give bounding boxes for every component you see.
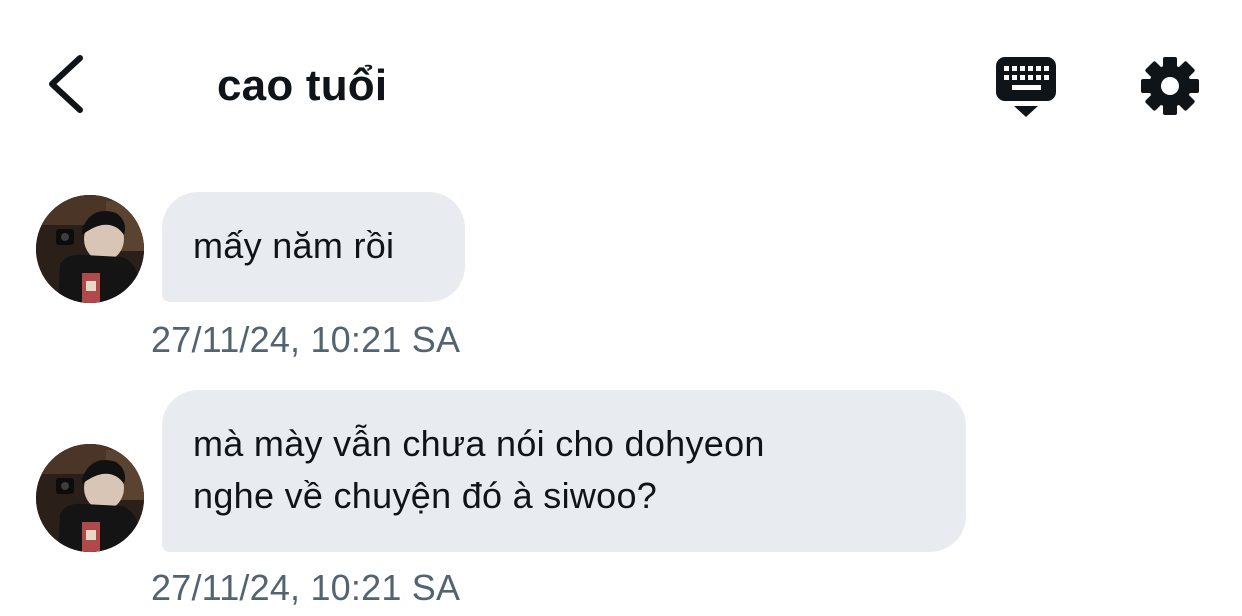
message-timestamp: 27/11/24, 10:21 SA bbox=[151, 319, 461, 360]
message-bubble[interactable]: mà mày vẫn chưa nói cho dohyeon nghe về … bbox=[162, 390, 966, 552]
message-timestamp: 27/11/24, 10:21 SA bbox=[151, 567, 461, 608]
avatar-photo bbox=[36, 195, 144, 303]
avatar[interactable] bbox=[36, 444, 144, 552]
settings-button[interactable] bbox=[1138, 54, 1202, 118]
message-text-line: mà mày vẫn chưa nói cho dohyeon bbox=[193, 423, 765, 464]
gear-icon bbox=[1141, 57, 1199, 115]
message-text-line: mấy năm rồi bbox=[193, 225, 395, 266]
chevron-left-icon bbox=[49, 55, 83, 113]
back-button[interactable] bbox=[40, 50, 96, 118]
message-text-line: nghe về chuyện đó à siwoo? bbox=[193, 475, 658, 516]
avatar[interactable] bbox=[36, 195, 144, 303]
message-bubble[interactable]: mấy năm rồi bbox=[162, 192, 465, 302]
keyboard-icon bbox=[996, 57, 1056, 117]
avatar-photo bbox=[36, 444, 144, 552]
conversation-header: cao tuổi bbox=[0, 0, 1242, 170]
conversation-title: cao tuổi bbox=[217, 61, 388, 110]
keyboard-button[interactable] bbox=[993, 56, 1059, 118]
